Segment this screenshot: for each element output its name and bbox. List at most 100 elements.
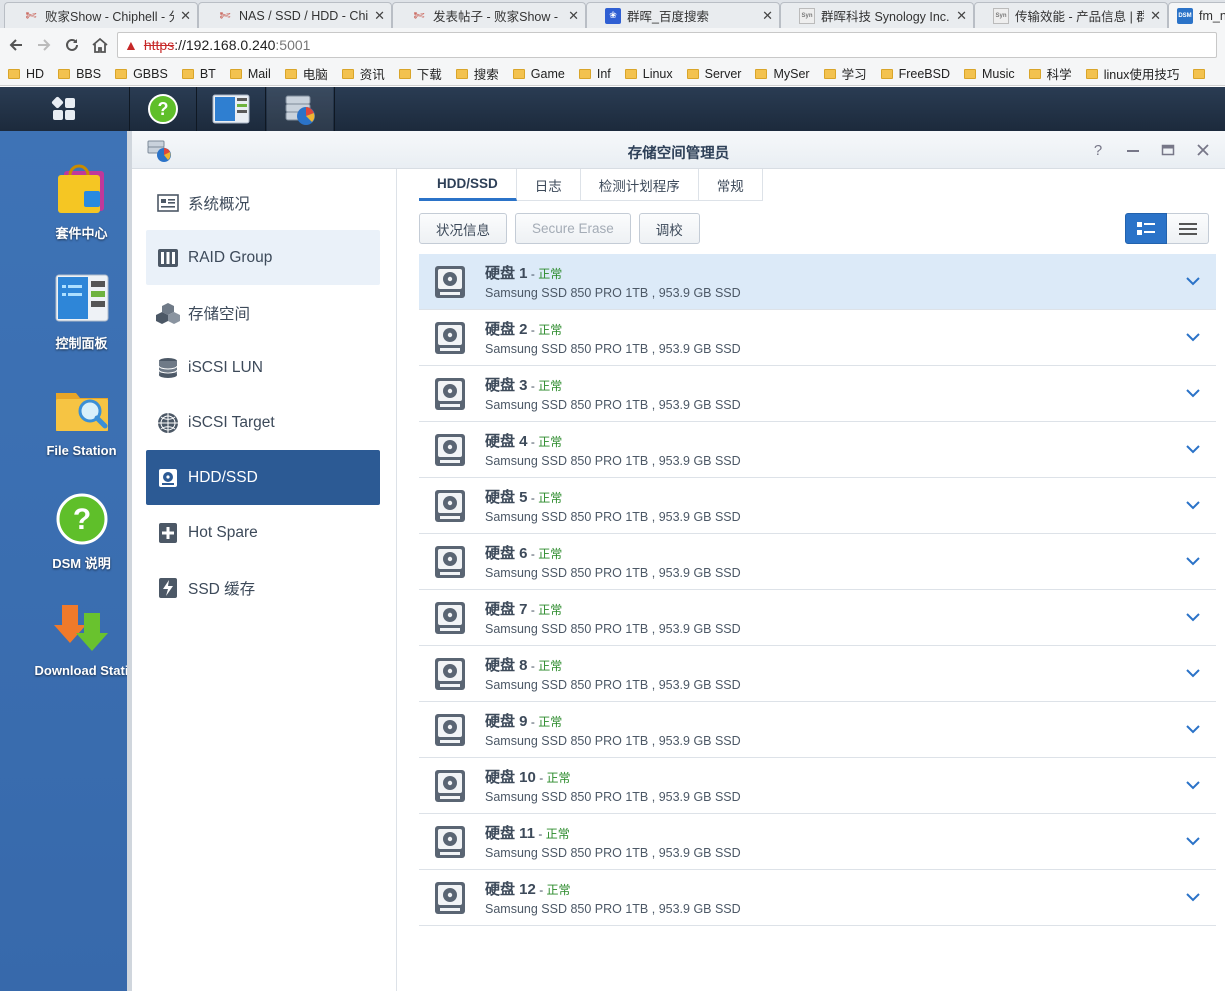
disk-name-line: 硬盘 8 - 正常 (485, 654, 562, 675)
close-icon[interactable]: ✕ (374, 8, 385, 24)
sidebar-item-iscsi-lun[interactable]: iSCSI LUN (146, 340, 380, 395)
disk-row[interactable]: 硬盘 5 - 正常 Samsung SSD 850 PRO 1TB , 953.9… (419, 478, 1216, 534)
sidebar-item-iscsi-target[interactable]: iSCSI Target (146, 395, 380, 450)
help-icon[interactable]: ? (1087, 139, 1109, 161)
close-icon[interactable]: ✕ (762, 8, 773, 24)
chevron-down-icon[interactable] (1184, 496, 1202, 514)
sidebar-item-hot-spare[interactable]: Hot Spare (146, 505, 380, 560)
calibrate-button[interactable]: 调校 (638, 213, 700, 244)
bookmark-folder[interactable]: 科学 (1028, 64, 1072, 83)
chevron-down-icon[interactable] (1184, 272, 1202, 290)
bookmark-folder[interactable]: Server (686, 67, 741, 81)
close-icon[interactable]: ✕ (180, 8, 191, 24)
reload-icon[interactable] (58, 31, 86, 59)
browser-tab[interactable]: ✄ 发表帖子 - 败家Show - C ✕ (392, 2, 586, 28)
bookmark-folder[interactable]: Game (512, 67, 565, 81)
disk-row[interactable]: 硬盘 7 - 正常 Samsung SSD 850 PRO 1TB , 953.9… (419, 590, 1216, 646)
disk-row[interactable]: 硬盘 6 - 正常 Samsung SSD 850 PRO 1TB , 953.9… (419, 534, 1216, 590)
home-icon[interactable] (86, 31, 114, 59)
disk-row[interactable]: 硬盘 8 - 正常 Samsung SSD 850 PRO 1TB , 953.9… (419, 646, 1216, 702)
bookmark-folder[interactable]: 电脑 (284, 64, 328, 83)
sidebar-item-volume[interactable]: 存储空间 (146, 285, 380, 340)
chevron-down-icon[interactable] (1184, 720, 1202, 738)
tab-log[interactable]: 日志 (517, 169, 581, 201)
bookmark-folder[interactable]: Linux (624, 67, 673, 81)
sidebar-item-overview[interactable]: 系统概况 (146, 175, 380, 230)
chevron-down-icon[interactable] (1184, 552, 1202, 570)
disk-row[interactable]: 硬盘 11 - 正常 Samsung SSD 850 PRO 1TB , 953.… (419, 814, 1216, 870)
tab-test-scheduler[interactable]: 检测计划程序 (581, 169, 699, 201)
back-arrow-icon[interactable] (2, 31, 30, 59)
disk-row[interactable]: 硬盘 4 - 正常 Samsung SSD 850 PRO 1TB , 953.9… (419, 422, 1216, 478)
sidebar-item-hdd-ssd[interactable]: HDD/SSD (146, 450, 380, 505)
download-station-shortcut[interactable]: Download Stati (0, 601, 127, 678)
bookmark-folder[interactable] (1193, 68, 1211, 79)
disk-row[interactable]: 硬盘 9 - 正常 Samsung SSD 850 PRO 1TB , 953.9… (419, 702, 1216, 758)
dsm-help-shortcut[interactable]: ? DSM 说明 (0, 491, 127, 572)
browser-tab[interactable]: Syn 传输效能 - 产品信息 | 群 ✕ (974, 2, 1168, 28)
browser-tab[interactable]: ✄ 败家Show - Chiphell - 分 ✕ (4, 2, 198, 28)
chevron-down-icon[interactable] (1184, 664, 1202, 682)
disk-row[interactable]: 硬盘 12 - 正常 Samsung SSD 850 PRO 1TB , 953.… (419, 870, 1216, 926)
chevron-down-icon[interactable] (1184, 384, 1202, 402)
sidebar-item-label: 系统概况 (188, 195, 251, 213)
disk-name: 硬盘 9 (485, 713, 528, 730)
bookmark-folder[interactable]: 搜索 (455, 64, 499, 83)
window-title-bar[interactable]: 存储空间管理员 ? (132, 131, 1225, 169)
bookmark-folder[interactable]: FreeBSD (880, 67, 950, 81)
close-icon[interactable]: ✕ (568, 8, 579, 24)
bookmark-label: BBS (76, 66, 102, 81)
chevron-down-icon[interactable] (1184, 440, 1202, 458)
storage-manager-taskbar-button[interactable] (267, 87, 333, 131)
disk-row[interactable]: 硬盘 1 - 正常 Samsung SSD 850 PRO 1TB , 953.9… (419, 254, 1216, 310)
sidebar-item-ssd-cache[interactable]: SSD 缓存 (146, 560, 380, 615)
chevron-down-icon[interactable] (1184, 328, 1202, 346)
chevron-down-icon[interactable] (1184, 776, 1202, 794)
dsm-help-taskbar-button[interactable]: ? (131, 87, 195, 131)
bookmark-folder[interactable]: HD (8, 67, 44, 81)
main-menu-button[interactable] (0, 87, 128, 131)
close-icon[interactable]: ✕ (1150, 8, 1161, 24)
bookmark-folder[interactable]: Music (964, 67, 1015, 81)
package-center-shortcut[interactable]: 套件中心 (0, 161, 127, 242)
tab-hdd-ssd[interactable]: HDD/SSD (419, 169, 517, 201)
control-panel-shortcut[interactable]: 控制面板 (0, 271, 127, 352)
bookmark-folder[interactable]: linux使用技巧 (1085, 64, 1179, 83)
bookmark-folder[interactable]: 学习 (823, 64, 867, 83)
bookmark-folder[interactable]: GBBS (115, 67, 168, 81)
secure-erase-button[interactable]: Secure Erase (515, 213, 631, 244)
tab-general[interactable]: 常规 (699, 169, 763, 201)
disk-row[interactable]: 硬盘 10 - 正常 Samsung SSD 850 PRO 1TB , 953.… (419, 758, 1216, 814)
maximize-icon[interactable] (1157, 139, 1179, 161)
forward-arrow-icon[interactable] (30, 31, 58, 59)
bookmark-folder[interactable]: Mail (229, 67, 271, 81)
health-info-button[interactable]: 状况信息 (419, 213, 507, 244)
chevron-down-icon[interactable] (1184, 608, 1202, 626)
address-bar[interactable]: ▲ https://192.168.0.240:5001 (117, 32, 1217, 58)
disk-row[interactable]: 硬盘 3 - 正常 Samsung SSD 850 PRO 1TB , 953.9… (419, 366, 1216, 422)
compact-view-button[interactable] (1167, 213, 1209, 244)
bookmark-folder[interactable]: 下载 (398, 64, 442, 83)
disk-row[interactable]: 硬盘 2 - 正常 Samsung SSD 850 PRO 1TB , 953.9… (419, 310, 1216, 366)
close-icon[interactable]: ✕ (956, 8, 967, 24)
bookmark-folder[interactable]: BBS (58, 67, 101, 81)
minimize-icon[interactable] (1122, 139, 1144, 161)
bookmark-folder[interactable]: 资讯 (341, 64, 385, 83)
browser-tab[interactable]: ✄ NAS / SSD / HDD - Chiph ✕ (198, 2, 392, 28)
bookmark-label: BT (199, 66, 216, 81)
sidebar-item-raid-group[interactable]: RAID Group (146, 230, 380, 285)
bookmark-folder[interactable]: BT (181, 66, 216, 81)
bookmark-folder[interactable]: Inf (578, 67, 611, 81)
file-station-shortcut[interactable]: File Station (0, 381, 127, 458)
chevron-down-icon[interactable] (1184, 888, 1202, 906)
browser-tab[interactable]: Syn 群晖科技 Synology Inc. ✕ (780, 2, 974, 28)
chevron-down-icon[interactable] (1184, 832, 1202, 850)
control-panel-taskbar-button[interactable] (198, 87, 264, 131)
detail-view-button[interactable] (1125, 213, 1167, 244)
close-icon[interactable] (1192, 139, 1214, 161)
browser-tab-active[interactable]: DSM fm_n (1168, 2, 1225, 28)
disk-name-line: 硬盘 7 - 正常 (485, 598, 562, 619)
bookmark-folder[interactable]: MySer (755, 67, 810, 81)
desktop-icon-label: 控制面板 (55, 336, 108, 351)
browser-tab[interactable]: ❀ 群晖_百度搜索 ✕ (586, 2, 780, 28)
